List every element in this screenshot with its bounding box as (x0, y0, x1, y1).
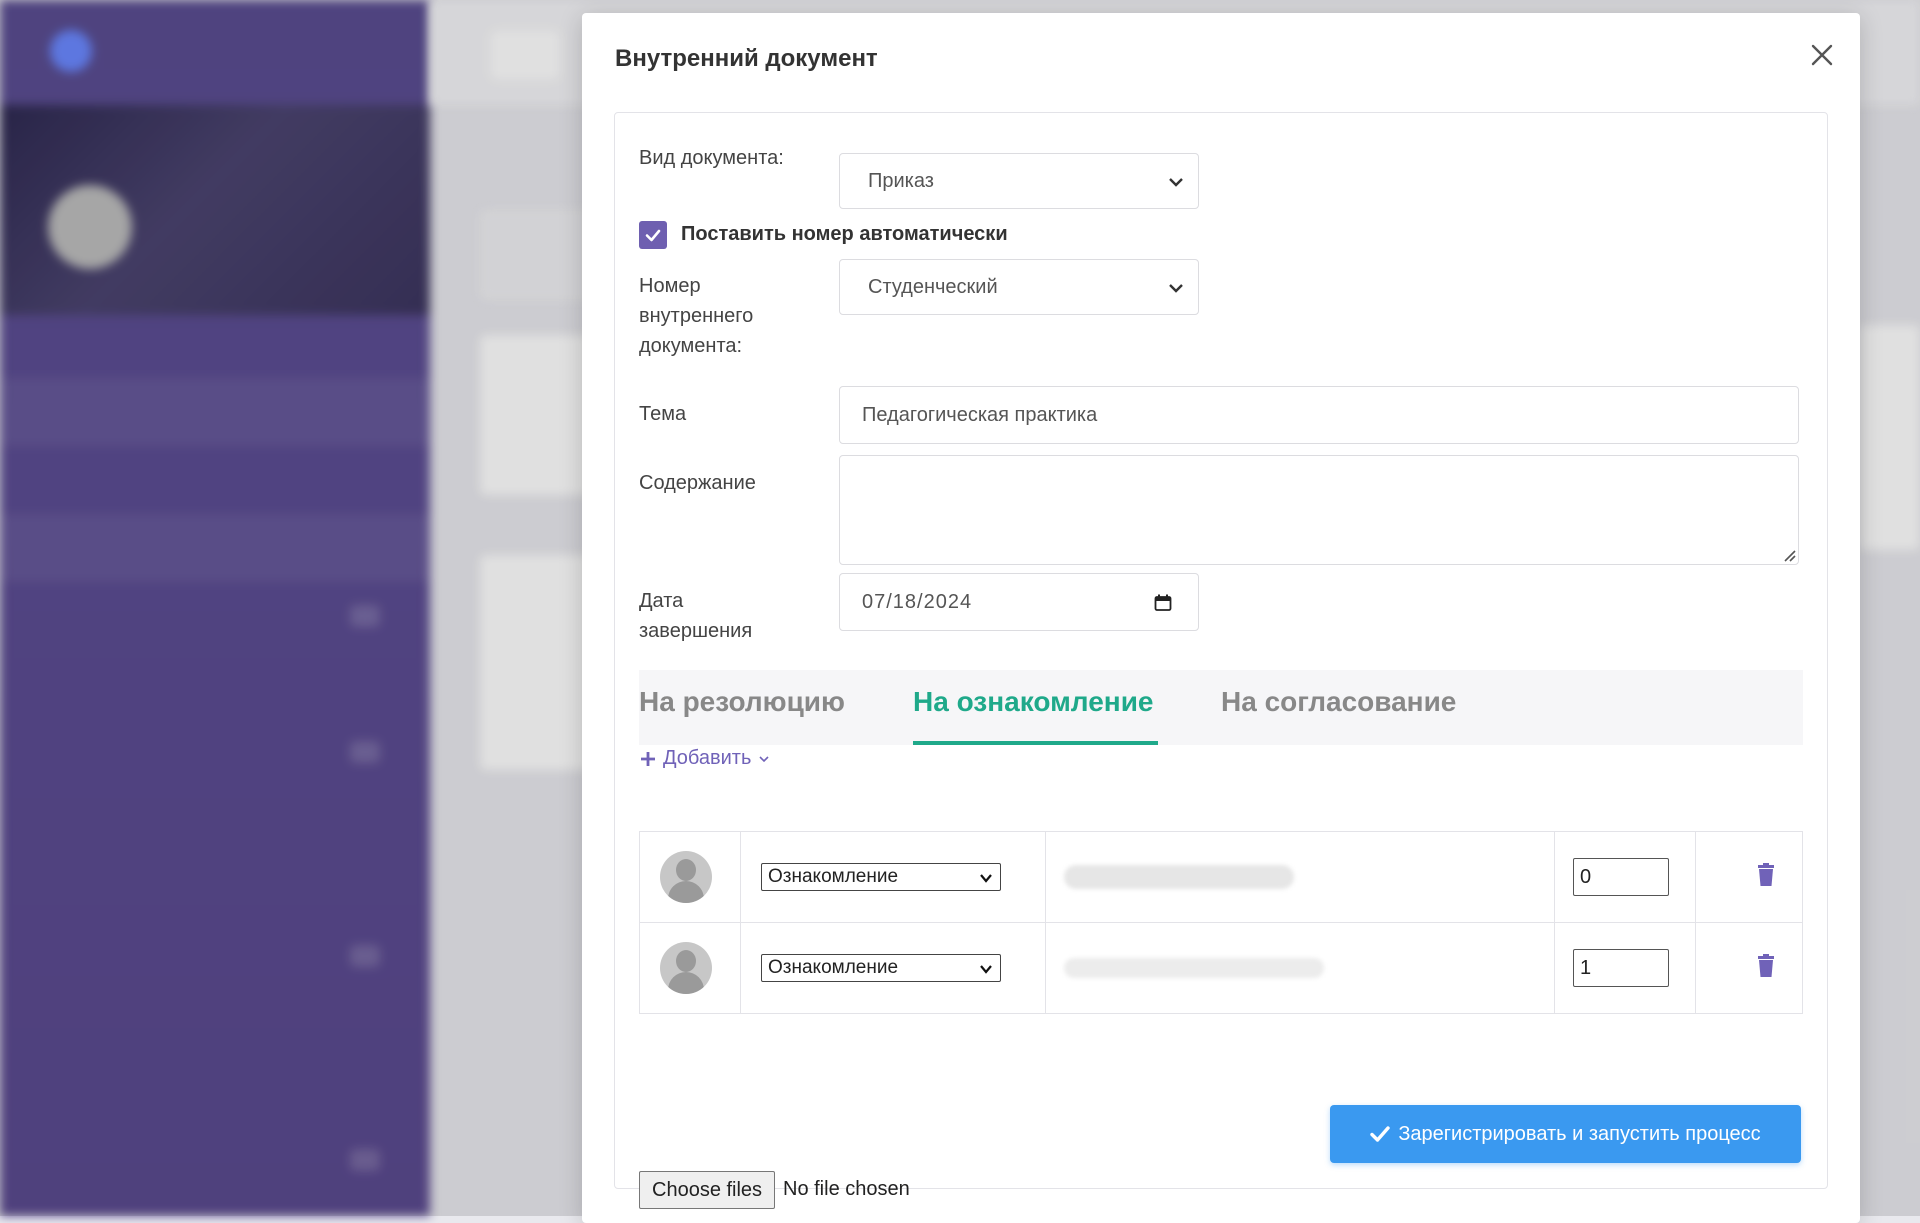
tab-approval[interactable]: На согласование (1221, 686, 1456, 718)
subject-value: Педагогическая практика (862, 403, 1098, 426)
active-tab-indicator (913, 741, 1158, 745)
avatar (660, 942, 712, 994)
table-row: Ознакомление 1 (639, 922, 1803, 1014)
doc-type-select[interactable]: Приказ (839, 153, 1199, 209)
avatar-cell (639, 922, 741, 1014)
tab-familiarization[interactable]: На ознакомление (913, 686, 1154, 718)
internal-number-label: Номер внутреннего документа: (639, 275, 754, 357)
due-date-value: 07/18/2024 (862, 590, 973, 613)
order-cell: 0 (1554, 831, 1696, 923)
plus-icon (641, 751, 655, 766)
table-row: Ознакомление 0 (639, 831, 1803, 923)
trash-icon[interactable] (1756, 862, 1776, 887)
tab-resolution[interactable]: На резолюцию (639, 686, 845, 718)
action-cell: Ознакомление (740, 831, 1046, 923)
order-input[interactable]: 1 (1573, 949, 1669, 987)
check-icon (1370, 1126, 1391, 1142)
file-status: No file chosen (783, 1178, 910, 1200)
action-cell: Ознакомление (740, 922, 1046, 1014)
chevron-down-icon (1169, 284, 1183, 293)
order-input[interactable]: 0 (1573, 858, 1669, 896)
action-select[interactable]: Ознакомление (761, 954, 1001, 982)
internal-document-modal: Внутренний документ Вид документа: Прика… (582, 13, 1860, 1223)
document-form: Вид документа: Приказ Поставить номер ав… (614, 112, 1828, 1209)
tabs-bar: На резолюцию На ознакомление На согласов… (639, 670, 1803, 745)
chevron-down-icon (1169, 178, 1183, 187)
close-icon (1811, 44, 1833, 66)
doc-type-value: Приказ (868, 169, 934, 192)
choose-files-button[interactable]: Choose files (639, 1171, 776, 1209)
avatar-cell (639, 831, 741, 923)
due-date-label: Дата завершения (639, 590, 753, 642)
calendar-icon[interactable] (1154, 594, 1172, 612)
participant-cell (1045, 922, 1555, 1014)
add-participant-button[interactable]: Добавить (639, 747, 771, 770)
subject-label: Тема (639, 403, 687, 425)
internal-number-value: Студенческий (868, 275, 998, 298)
add-participant-label: Добавить (663, 747, 752, 769)
resize-handle-icon[interactable] (1782, 548, 1796, 562)
delete-cell (1695, 922, 1803, 1014)
content-textarea[interactable] (839, 455, 1799, 565)
close-button[interactable] (1804, 37, 1840, 73)
internal-number-select[interactable]: Студенческий (839, 259, 1199, 315)
modal-title: Внутренний документ (615, 45, 878, 72)
chevron-down-icon (980, 965, 992, 974)
subject-input[interactable]: Педагогическая практика (839, 386, 1799, 444)
avatar (660, 851, 712, 903)
chevron-down-icon (980, 874, 992, 883)
participants-table: Ознакомление 0 Ознакомление 1 (639, 831, 1803, 1014)
check-icon (645, 229, 661, 242)
due-date-input[interactable]: 07/18/2024 (839, 573, 1199, 631)
delete-cell (1695, 831, 1803, 923)
participant-name-redacted (1064, 958, 1324, 978)
register-and-start-label: Зарегистрировать и запустить процесс (1398, 1122, 1761, 1145)
participant-name-redacted (1064, 865, 1294, 889)
order-cell: 1 (1554, 922, 1696, 1014)
action-select[interactable]: Ознакомление (761, 863, 1001, 891)
trash-icon[interactable] (1756, 953, 1776, 978)
register-and-start-button[interactable]: Зарегистрировать и запустить процесс (1330, 1105, 1801, 1163)
auto-number-checkbox[interactable] (639, 221, 667, 249)
chevron-down-icon (759, 755, 769, 762)
content-label: Содержание (639, 472, 756, 494)
doc-type-label: Вид документа: (639, 147, 784, 169)
participant-cell (1045, 831, 1555, 923)
auto-number-label: Поставить номер автоматически (681, 223, 1008, 245)
